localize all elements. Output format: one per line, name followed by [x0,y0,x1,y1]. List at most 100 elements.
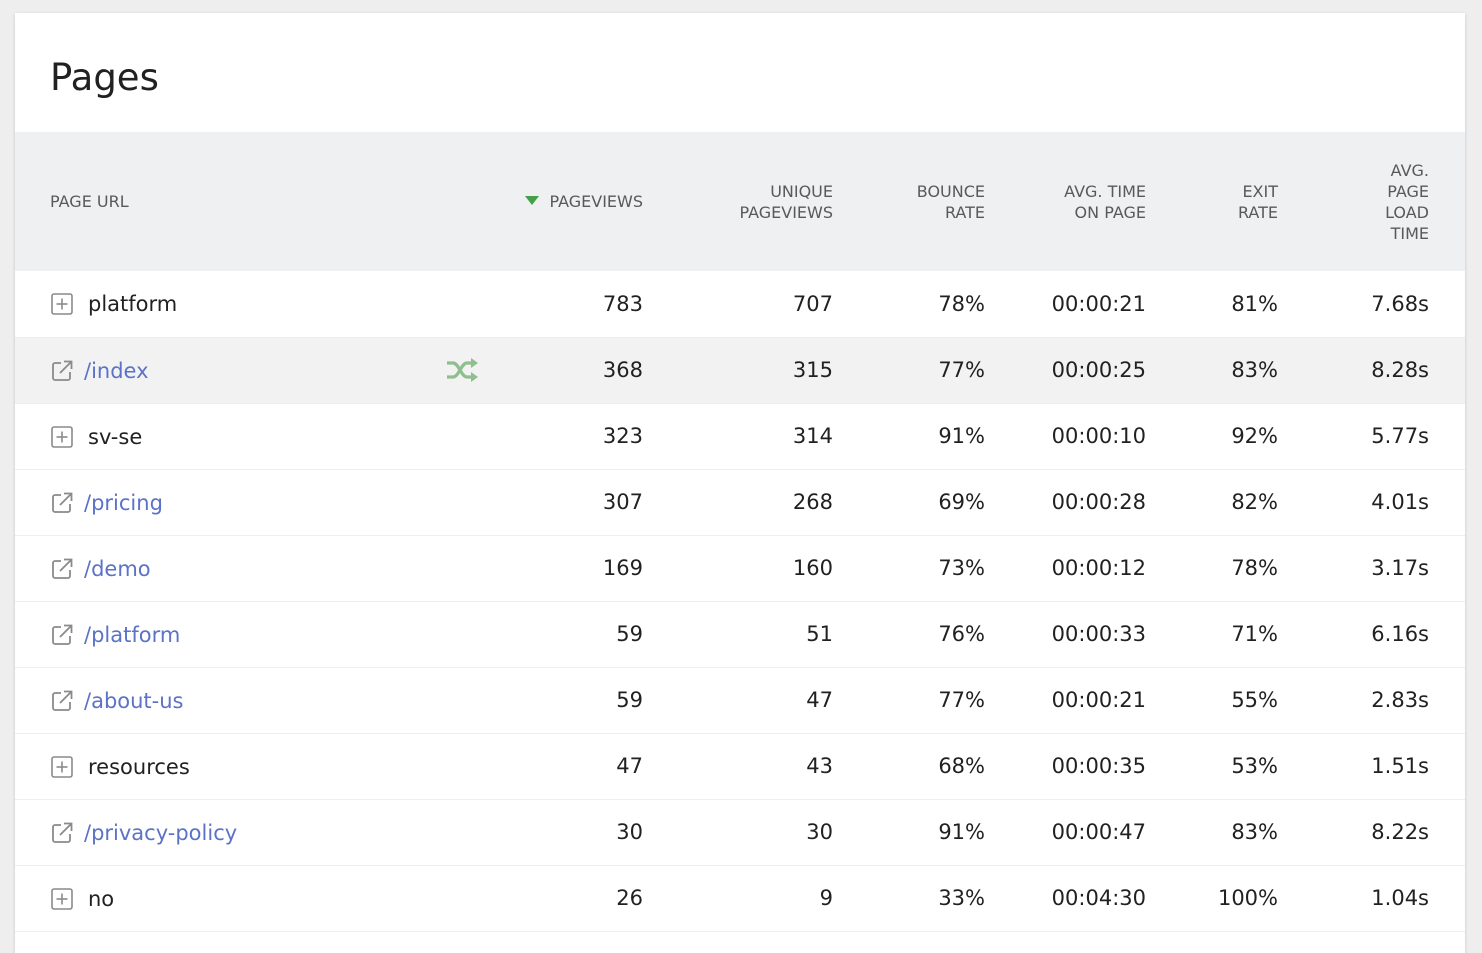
column-header-text: RATE [944,202,985,222]
cell-unique: 707 [792,291,833,316]
cell-page-url: /demo [15,535,505,601]
column-header-bounce[interactable]: BOUNCE RATE [869,132,1021,271]
cell-unique: 51 [806,622,833,646]
cell-page-url: resources [15,733,505,799]
cell-unique: 30 [806,820,833,844]
cell-pageviews: 368 [602,358,643,382]
table-row[interactable]: /platform 59 51 76% 00:00:33 71% 6.16s [15,601,1465,667]
cell-time: 00:04:30 [1051,886,1146,910]
cell-load: 1.51s [1371,754,1429,778]
page-url-link[interactable]: /privacy-policy [84,821,237,845]
cell-exit: 82% [1231,490,1278,514]
cell-load: 7.68s [1371,291,1429,316]
external-link-icon[interactable] [50,821,74,845]
table-row[interactable]: sv-se 323 314 91% 00:00:10 92% 5.77s [15,403,1465,469]
cell-load: 8.22s [1371,820,1429,844]
cell-time: 00:00:35 [1051,754,1146,778]
page-url-link[interactable]: /pricing [84,491,163,515]
column-header-text: UNIQUE [770,181,833,201]
cell-exit: 71% [1231,622,1278,646]
column-header-time[interactable]: AVG. TIME ON PAGE [1021,132,1182,271]
plus-square-icon[interactable] [50,292,74,316]
table-row[interactable]: /about-us 59 47 77% 00:00:21 55% 2.83s [15,667,1465,733]
cell-bounce: 73% [938,556,985,580]
external-link-icon[interactable] [50,623,74,647]
cell-page-url: no [15,865,505,931]
shuffle-icon[interactable] [445,357,479,383]
table-row[interactable]: /demo 169 160 73% 00:00:12 78% 3.17s [15,535,1465,601]
cell-exit: 53% [1231,754,1278,778]
cell-time: 00:00:28 [1051,490,1146,514]
cell-time: 00:00:21 [1051,688,1146,712]
table-row[interactable]: /privacy-policy 30 30 91% 00:00:47 83% 8.22s [15,799,1465,865]
plus-square-icon[interactable] [50,425,74,449]
table-row[interactable]: /pricing 307 268 69% 00:00:28 82% 4.01s [15,469,1465,535]
cell-unique: 43 [806,754,833,778]
page-group-label[interactable]: platform [88,292,177,316]
cell-time: 00:00:33 [1051,622,1146,646]
page-group-label[interactable]: resources [88,755,190,779]
plus-square-icon[interactable] [50,887,74,911]
column-header-text: EXIT [1242,181,1278,201]
column-header-pageviews[interactable]: PAGEVIEWS [505,132,679,271]
cell-time: 00:00:47 [1051,820,1146,844]
column-header-load[interactable]: AVG. PAGE LOAD TIME [1314,132,1465,271]
cell-pageviews: 47 [616,754,643,778]
column-header-exit[interactable]: EXIT RATE [1182,132,1314,271]
page-url-link[interactable]: /demo [84,557,151,581]
cell-unique: 268 [792,490,833,514]
page-url-link[interactable]: /platform [84,623,180,647]
cell-pageviews: 323 [602,424,643,448]
cell-pageviews: 783 [602,291,643,316]
cell-page-url: sv-se [15,403,505,469]
cell-bounce: 91% [938,820,985,844]
page-group-label[interactable]: sv-se [88,425,142,449]
column-header-text: AVG. TIME [1064,181,1146,201]
cell-load: 6.16s [1371,622,1429,646]
cell-bounce: 91% [938,424,985,448]
cell-exit: 78% [1231,556,1278,580]
column-header-text: PAGE URL [50,192,129,211]
cell-unique: 315 [792,358,833,382]
cell-bounce: 77% [938,688,985,712]
cell-time: 00:00:25 [1051,358,1146,382]
cell-load: 2.83s [1371,688,1429,712]
table-row[interactable]: no 26 9 33% 00:04:30 100% 1.04s [15,865,1465,931]
cell-exit: 92% [1231,424,1278,448]
external-link-icon[interactable] [50,689,74,713]
column-header-text: TIME [1390,223,1429,243]
cell-page-url: /index [15,337,505,403]
cell-exit: 55% [1231,688,1278,712]
cell-pageviews: 307 [602,490,643,514]
page-url-link[interactable]: /index [84,359,149,383]
cell-pageviews: 59 [616,622,643,646]
sort-desc-icon [525,196,540,205]
cell-load: 5.77s [1371,424,1429,448]
table-row[interactable]: /index 368 315 77% 00:00:25 83% 8.28s [15,337,1465,403]
cell-page-url: platform [15,271,505,337]
page-group-label[interactable]: no [88,887,114,911]
cell-bounce: 33% [938,886,985,910]
cell-page-url: /platform [15,601,505,667]
plus-square-icon[interactable] [50,755,74,779]
table-body: platform 783 707 78% 00:00:21 81% 7.68s/index 3… [15,271,1465,931]
column-header-text: PAGE [1387,181,1429,201]
cell-page-url: /about-us [15,667,505,733]
column-header-unique[interactable]: UNIQUE PAGEVIEWS [679,132,869,271]
page-title: Pages [50,56,159,99]
external-link-icon[interactable] [50,359,74,383]
cell-load: 8.28s [1371,358,1429,382]
cell-pageviews: 59 [616,688,643,712]
external-link-icon[interactable] [50,557,74,581]
column-header-text: BOUNCE [916,181,985,201]
column-header-text: ON PAGE [1074,202,1146,222]
column-header-text: PAGEVIEWS [549,192,643,211]
table-row[interactable]: resources 47 43 68% 00:00:35 53% 1.51s [15,733,1465,799]
column-header-label[interactable]: PAGE URL [15,132,505,271]
external-link-icon[interactable] [50,491,74,515]
cell-unique: 160 [792,556,833,580]
cell-page-url: /pricing [15,469,505,535]
table-row[interactable]: platform 783 707 78% 00:00:21 81% 7.68s [15,271,1465,337]
page-url-link[interactable]: /about-us [84,689,184,713]
cell-bounce: 68% [938,754,985,778]
